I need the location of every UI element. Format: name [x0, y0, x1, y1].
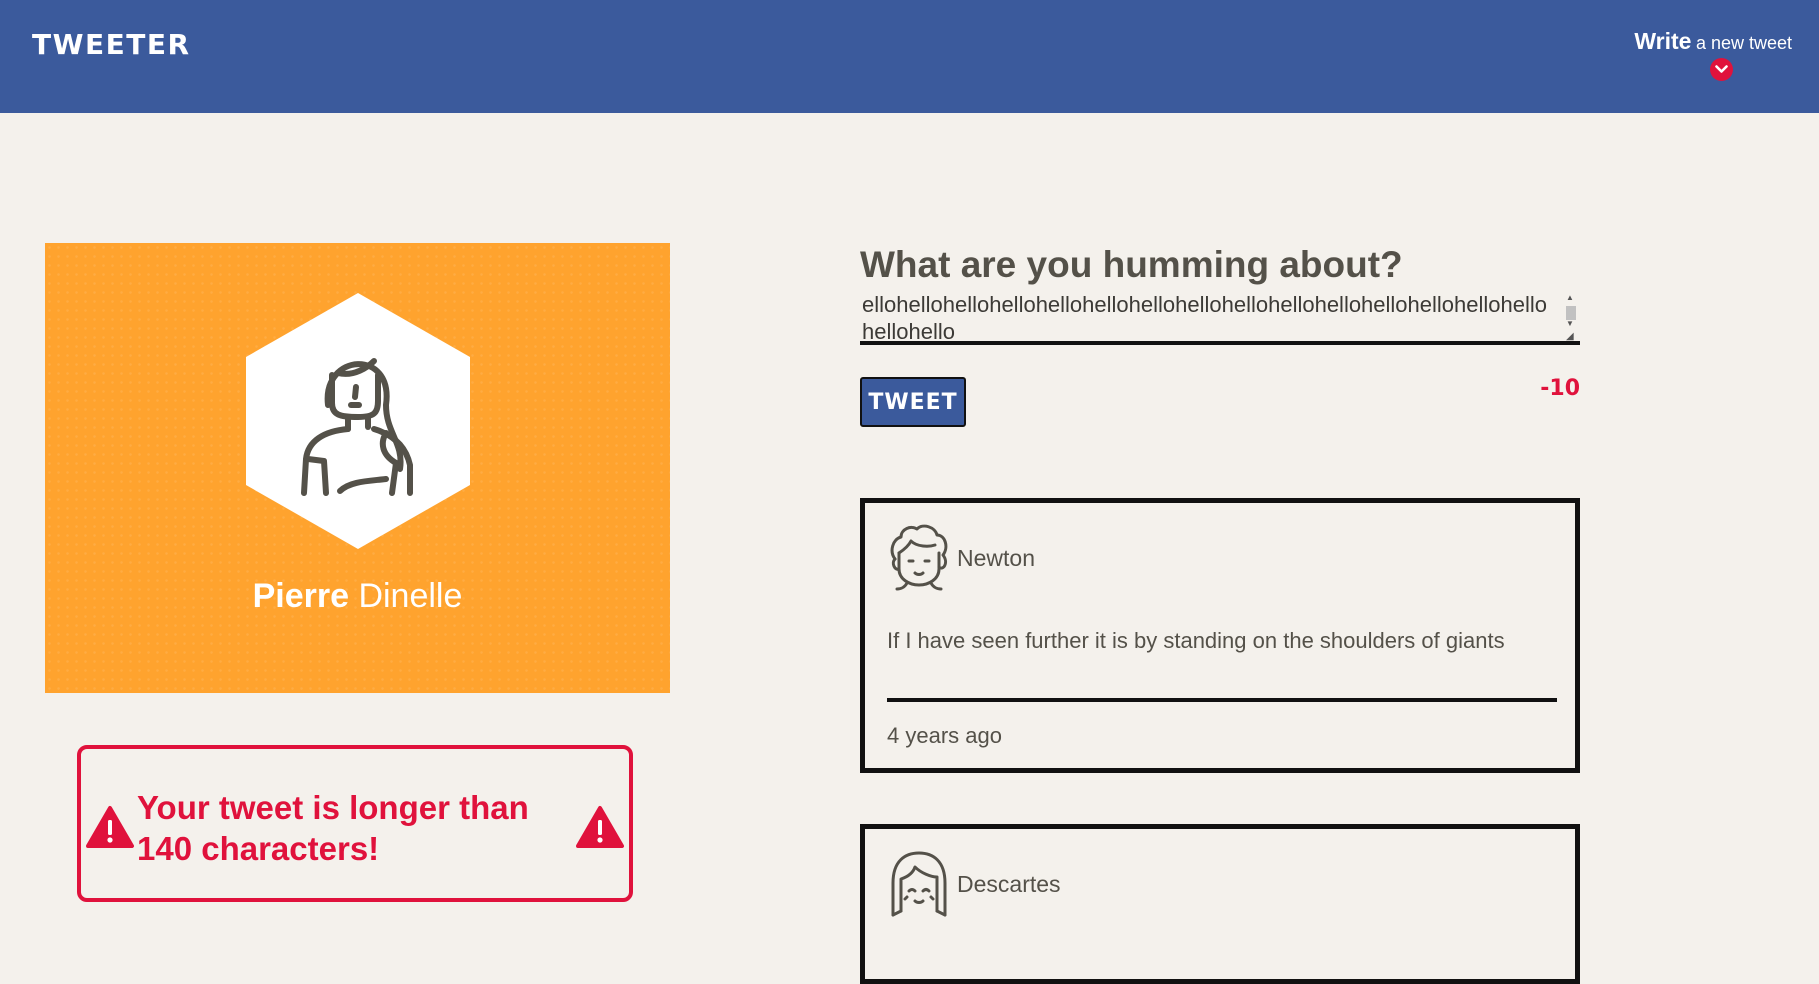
write-new-tweet-toggle[interactable]: Write a new tweet — [1622, 28, 1792, 84]
compose-form: What are you humming about? ellohellohel… — [860, 243, 1580, 427]
bob-hair-avatar-icon — [891, 851, 947, 917]
profile-first-name: Pierre — [252, 577, 349, 615]
error-text: Your tweet is longer than 140 characters… — [137, 789, 529, 867]
woman-avatar-icon — [246, 293, 470, 549]
tweet-author: Descartes — [957, 871, 1061, 897]
profile-last-name: Dinelle — [358, 577, 463, 615]
warning-icon — [86, 806, 134, 848]
tweet-content: If I have seen further it is by standing… — [887, 628, 1505, 653]
scroll-thumb[interactable] — [1566, 306, 1576, 320]
character-counter: -10 — [1540, 376, 1580, 401]
tweet-author: Newton — [957, 545, 1035, 571]
resize-handle-icon[interactable]: ◢ — [1566, 331, 1574, 342]
tweet-divider — [887, 698, 1557, 702]
profile-card: Pierre Dinelle — [45, 243, 670, 693]
tweet-card: Newton If I have seen further it is by s… — [860, 498, 1580, 773]
chevron-down-icon[interactable] — [1710, 58, 1733, 81]
compose-toggle-label: a new tweet — [1695, 33, 1792, 53]
error-message-box: Your tweet is longer than 140 characters… — [77, 745, 633, 902]
tweet-textarea[interactable]: ellohellohellohellohellohellohellohelloh… — [860, 291, 1580, 345]
tweet-submit-button[interactable]: TWEET — [860, 377, 966, 427]
tweet-timestamp: 4 years ago — [887, 723, 1002, 748]
scroll-up-arrow-icon[interactable]: ▲ — [1566, 293, 1574, 302]
tweet-card: Descartes — [860, 824, 1580, 984]
compose-toggle-bold: Write — [1634, 28, 1692, 54]
top-navbar: TWEETER Write a new tweet — [0, 0, 1819, 113]
profile-name: Pierre Dinelle — [45, 577, 670, 616]
app-logo[interactable]: TWEETER — [32, 28, 191, 61]
warning-icon — [576, 806, 624, 848]
scroll-down-arrow-icon[interactable]: ▼ — [1566, 319, 1574, 328]
textarea-scrollbar[interactable]: ▲ ▼ ◢ — [1562, 293, 1578, 342]
curly-hair-avatar-icon — [890, 524, 948, 591]
compose-title: What are you humming about? — [860, 244, 1403, 285]
